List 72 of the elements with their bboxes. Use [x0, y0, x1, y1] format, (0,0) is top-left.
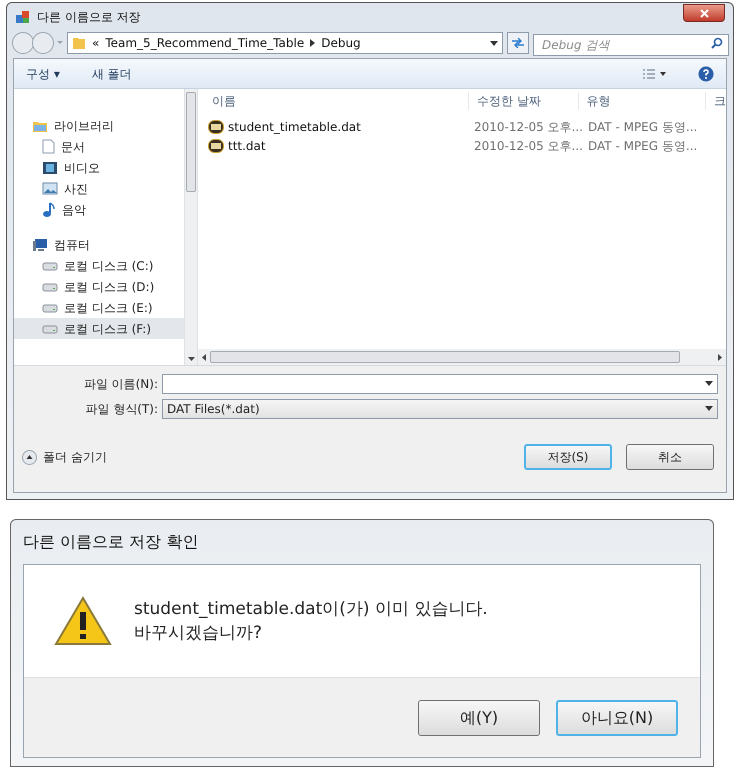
- message-text: student_timetable.dat이(가) 이미 있습니다. 바꾸시겠습니까?: [134, 598, 488, 645]
- music-note-icon: [42, 202, 56, 218]
- sidebar-item[interactable]: 컴퓨터: [14, 234, 184, 255]
- breadcrumb-item[interactable]: Team_5_Recommend_Time_Table: [105, 34, 304, 52]
- field-label: 파일 형식(T):: [84, 400, 159, 418]
- sidebar-item[interactable]: 로컬 디스크 (C:): [14, 255, 184, 276]
- dialog-button[interactable]: 아니요(N): [556, 700, 678, 736]
- column-header[interactable]: 이름: [198, 92, 469, 110]
- file-name-cell[interactable]: ttt.dat: [198, 136, 470, 154]
- breadcrumb-overflow[interactable]: «: [92, 34, 100, 52]
- dropdown-icon[interactable]: [490, 40, 498, 46]
- sidebar-item[interactable]: 음악: [14, 199, 184, 220]
- scroll-down-icon[interactable]: [188, 357, 194, 361]
- column-header[interactable]: 크: [706, 92, 726, 110]
- warning-icon: [54, 596, 112, 646]
- search-icon: [711, 37, 723, 49]
- sidebar-item[interactable]: 문서: [14, 136, 184, 157]
- scrollbar-thumb[interactable]: [210, 351, 680, 363]
- sidebar-item[interactable]: 사진: [14, 178, 184, 199]
- scroll-left-icon[interactable]: [202, 354, 206, 360]
- picture-icon: [42, 182, 58, 195]
- organize-button[interactable]: 구성 ▾: [26, 64, 60, 82]
- sidebar-item[interactable]: 비디오: [14, 157, 184, 178]
- close-icon: [700, 8, 708, 18]
- sidebar-item[interactable]: 로컬 디스크 (E:): [14, 297, 184, 318]
- file-type-dropdown[interactable]: DAT Files(*.dat): [162, 398, 718, 418]
- document-icon: [42, 139, 55, 154]
- film-icon: [42, 160, 58, 174]
- date-cell-text: 2010-12-05 오후...: [473, 138, 580, 154]
- drive-icon: [42, 324, 58, 334]
- date-cell-text: 2010-12-05 오후...: [473, 118, 580, 136]
- hide-folders-button[interactable]: 폴더 숨기기: [22, 448, 107, 466]
- dropdown-icon: [705, 381, 713, 386]
- computer-icon: [32, 238, 48, 252]
- dat-file-icon: [208, 138, 224, 152]
- type-cell-text: DAT - MPEG 동영...: [587, 118, 698, 136]
- sidebar-item[interactable]: 로컬 디스크 (F:): [14, 318, 184, 339]
- type-cell-text: DAT - MPEG 동영...: [587, 138, 698, 154]
- collapse-icon: [22, 450, 37, 464]
- window-title: 다른 이름으로 저장: [37, 9, 141, 26]
- refresh-button[interactable]: [507, 32, 529, 54]
- horizontal-scrollbar[interactable]: [198, 349, 726, 365]
- drive-icon: [42, 282, 58, 292]
- breadcrumb-item[interactable]: Debug: [321, 34, 361, 52]
- column-header[interactable]: 유형: [578, 92, 706, 110]
- drive-icon: [42, 260, 58, 270]
- view-options-icon[interactable]: [642, 68, 666, 78]
- dialog-button[interactable]: 예(Y): [418, 700, 540, 736]
- scroll-right-icon[interactable]: [718, 354, 722, 360]
- search-field[interactable]: Debug 검색: [533, 34, 729, 56]
- column-header[interactable]: 수정한 날짜: [468, 92, 579, 110]
- chevron-right-icon: [310, 39, 316, 47]
- file-name-field[interactable]: [162, 374, 718, 394]
- dialog-button[interactable]: 저장(S): [524, 444, 612, 470]
- refresh-arrows-icon: [511, 38, 525, 48]
- vertical-scrollbar[interactable]: [184, 89, 198, 365]
- window-title: 다른 이름으로 저장 확인: [23, 531, 200, 553]
- close-button[interactable]: [683, 4, 725, 22]
- folder-icon: [72, 36, 86, 50]
- help-icon[interactable]: [698, 66, 714, 82]
- sidebar-item[interactable]: 로컬 디스크 (D:): [14, 276, 184, 297]
- file-name-cell[interactable]: student_timetable.dat: [198, 118, 470, 136]
- address-bar[interactable]: « Team_5_Recommend_Time_Table Debug: [67, 32, 503, 54]
- sidebar-item[interactable]: 라이브러리: [14, 115, 184, 136]
- new-folder-button[interactable]: 새 폴더: [92, 64, 132, 82]
- dialog-button[interactable]: 취소: [626, 444, 714, 470]
- dropdown-icon: [705, 406, 713, 411]
- app-icon: [15, 9, 31, 25]
- drive-icon: [42, 302, 58, 312]
- scrollbar-thumb[interactable]: [186, 92, 196, 192]
- dat-file-icon: [208, 120, 224, 134]
- field-label: 파일 이름(N):: [82, 376, 159, 392]
